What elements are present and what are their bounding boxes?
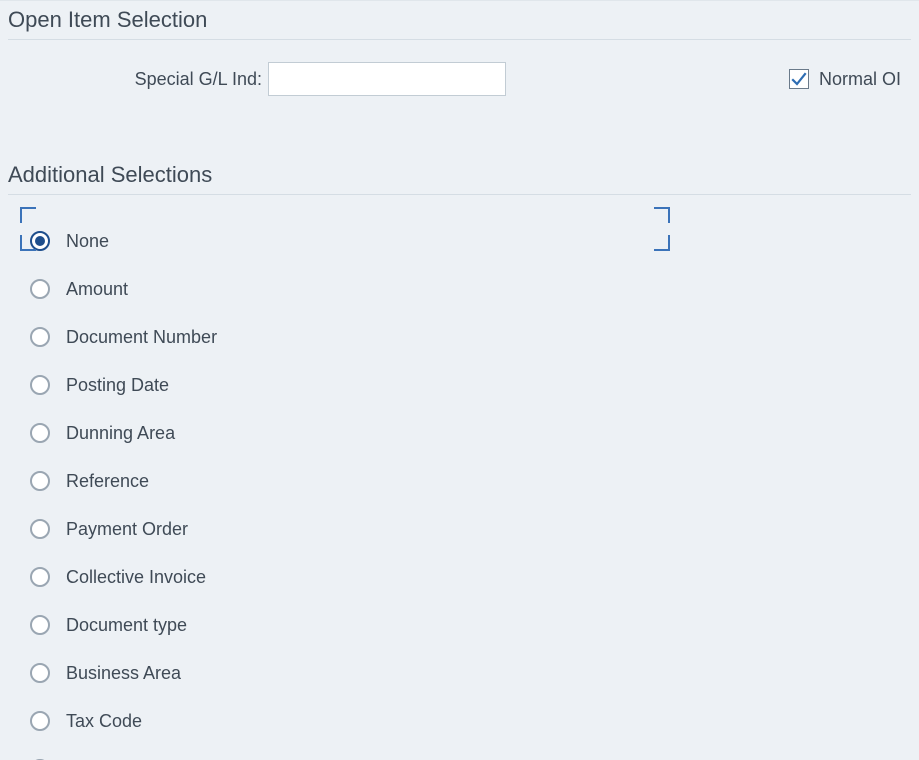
radio-label: Tax Code xyxy=(66,711,142,732)
radio-row: None xyxy=(30,217,911,265)
radio-row: Others xyxy=(30,745,911,760)
page-root: Open Item Selection Special G/L Ind: Nor… xyxy=(0,0,919,760)
radio-button[interactable] xyxy=(30,375,50,395)
radio-row: Document Number xyxy=(30,313,911,361)
radio-button[interactable] xyxy=(30,519,50,539)
radio-label: Collective Invoice xyxy=(66,567,206,588)
additional-selections-radio-group: None Amount Document Number Posting Date Dun… xyxy=(8,195,911,760)
additional-selections-title: Additional Selections xyxy=(8,160,911,194)
radio-row: Business Area xyxy=(30,649,911,697)
radio-label: Amount xyxy=(66,279,128,300)
radio-label: Posting Date xyxy=(66,375,169,396)
radio-row: Dunning Area xyxy=(30,409,911,457)
radio-button[interactable] xyxy=(30,423,50,443)
open-item-selection-title: Open Item Selection xyxy=(8,5,911,39)
radio-button[interactable] xyxy=(30,615,50,635)
radio-row: Reference xyxy=(30,457,911,505)
radio-button[interactable] xyxy=(30,471,50,491)
radio-button[interactable] xyxy=(30,711,50,731)
radio-label: Reference xyxy=(66,471,149,492)
radio-label: Business Area xyxy=(66,663,181,684)
radio-row: Tax Code xyxy=(30,697,911,745)
normal-oi-label: Normal OI xyxy=(819,69,901,90)
checkmark-icon xyxy=(791,71,807,87)
open-item-selection-row: Special G/L Ind: Normal OI xyxy=(8,40,911,102)
radio-label: Document Number xyxy=(66,327,217,348)
radio-label: Document type xyxy=(66,615,187,636)
radio-row: Amount xyxy=(30,265,911,313)
radio-button[interactable] xyxy=(30,231,50,251)
radio-button[interactable] xyxy=(30,663,50,683)
special-gl-ind-label: Special G/L Ind: xyxy=(8,69,268,90)
additional-selections-section: Additional Selections None Amount Document… xyxy=(8,160,911,760)
normal-oi-wrap: Normal OI xyxy=(789,69,911,90)
radio-label: Payment Order xyxy=(66,519,188,540)
normal-oi-checkbox[interactable] xyxy=(789,69,809,89)
radio-row: Posting Date xyxy=(30,361,911,409)
special-gl-ind-input[interactable] xyxy=(268,62,506,96)
radio-button[interactable] xyxy=(30,567,50,587)
radio-row: Collective Invoice xyxy=(30,553,911,601)
radio-button[interactable] xyxy=(30,279,50,299)
radio-row: Document type xyxy=(30,601,911,649)
open-item-selection-section: Open Item Selection Special G/L Ind: Nor… xyxy=(8,5,911,102)
radio-button[interactable] xyxy=(30,327,50,347)
radio-label: Dunning Area xyxy=(66,423,175,444)
radio-row: Payment Order xyxy=(30,505,911,553)
radio-label: None xyxy=(66,231,109,252)
